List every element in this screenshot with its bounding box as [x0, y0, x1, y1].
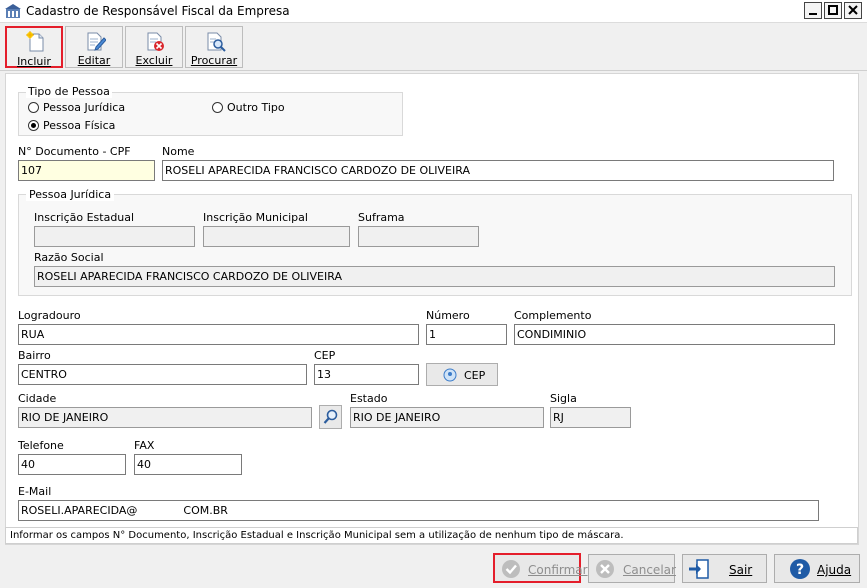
- logradouro-input[interactable]: RUA: [18, 324, 419, 345]
- search-icon: [323, 409, 338, 424]
- sair-label: Sair: [729, 563, 753, 577]
- bairro-label: Bairro: [18, 349, 51, 362]
- numero-input[interactable]: 1: [426, 324, 507, 345]
- estado-label: Estado: [350, 392, 388, 405]
- ajuda-button[interactable]: ? Ajuda: [774, 554, 860, 583]
- location-icon: [443, 368, 457, 382]
- incluir-button[interactable]: Incluir: [5, 26, 63, 68]
- telefone-input[interactable]: 40: [18, 454, 126, 475]
- fax-input[interactable]: 40: [134, 454, 242, 475]
- sair-button[interactable]: Sair: [682, 554, 767, 583]
- cancelar-label: Cancelar: [623, 563, 676, 577]
- maximize-button[interactable]: [824, 2, 842, 19]
- bairro-input[interactable]: CENTRO: [18, 364, 307, 385]
- procurar-label: Procurar: [190, 54, 238, 67]
- cep-button-label: CEP: [464, 369, 486, 382]
- search-document-icon: [207, 32, 226, 52]
- outro-tipo-radio[interactable]: [212, 102, 223, 113]
- inscricao-estadual-input[interactable]: [34, 226, 195, 247]
- sigla-input[interactable]: RJ: [550, 407, 631, 428]
- edit-document-icon: [87, 32, 106, 51]
- pessoa-juridica-radio[interactable]: [28, 102, 39, 113]
- procurar-button[interactable]: Procurar: [185, 26, 243, 68]
- excluir-button[interactable]: Excluir: [125, 26, 183, 68]
- confirmar-button[interactable]: Confirmar: [493, 553, 588, 583]
- suframa-label: Suframa: [358, 211, 405, 224]
- ajuda-label: Ajuda: [817, 563, 852, 577]
- exit-door-icon: [689, 559, 709, 579]
- app-building-icon: [5, 4, 21, 18]
- logradouro-label: Logradouro: [18, 309, 81, 322]
- email-value-prefix: ROSELI.APARECIDA@: [21, 504, 138, 517]
- tipo-pessoa-legend: Tipo de Pessoa: [26, 85, 112, 98]
- minimize-button[interactable]: [804, 2, 822, 19]
- cancel-icon: [596, 560, 614, 578]
- title-bar: Cadastro de Responsável Fiscal da Empres…: [0, 0, 867, 23]
- cep-input[interactable]: 13: [314, 364, 419, 385]
- check-icon: [502, 560, 520, 578]
- pessoa-juridica-label[interactable]: Pessoa Jurídica: [43, 101, 125, 114]
- documento-input[interactable]: 107: [18, 160, 155, 181]
- cidade-search-button[interactable]: [319, 405, 342, 429]
- pessoa-fisica-label[interactable]: Pessoa Física: [43, 119, 115, 132]
- cidade-input[interactable]: RIO DE JANEIRO: [18, 407, 312, 428]
- maximize-icon: [828, 5, 838, 15]
- razao-social-input[interactable]: ROSELI APARECIDA FRANCISCO CARDOZO DE OL…: [34, 266, 835, 287]
- cidade-label: Cidade: [18, 392, 57, 405]
- close-button[interactable]: [844, 2, 862, 19]
- confirmar-label: Confirmar: [528, 563, 588, 577]
- incluir-label: Incluir: [17, 55, 51, 68]
- telefone-label: Telefone: [18, 439, 64, 452]
- cep-lookup-button[interactable]: CEP: [426, 363, 498, 386]
- numero-label: Número: [426, 309, 470, 322]
- delete-document-icon: [147, 32, 164, 51]
- complemento-input[interactable]: CONDIMINIO: [514, 324, 835, 345]
- toolbar-divider: [0, 70, 867, 71]
- estado-input[interactable]: RIO DE JANEIRO: [350, 407, 544, 428]
- minimize-icon: [809, 13, 817, 15]
- excluir-label: Excluir: [135, 54, 173, 67]
- email-input[interactable]: ROSELI.APARECIDA@ COM.BR: [18, 500, 819, 521]
- razao-social-label: Razão Social: [34, 251, 104, 264]
- window-title: Cadastro de Responsável Fiscal da Empres…: [26, 4, 290, 18]
- editar-label: Editar: [77, 54, 111, 67]
- documento-label: N° Documento - CPF: [18, 145, 131, 158]
- suframa-input[interactable]: [358, 226, 479, 247]
- nome-label: Nome: [162, 145, 195, 158]
- pessoa-juridica-legend: Pessoa Jurídica: [26, 188, 115, 201]
- editar-button[interactable]: Editar: [65, 26, 123, 68]
- close-icon: [848, 5, 858, 15]
- svg-text:?: ?: [796, 562, 804, 578]
- inscricao-estadual-label: Inscrição Estadual: [34, 211, 135, 224]
- inscricao-municipal-label: Inscrição Municipal: [203, 211, 308, 224]
- help-icon: ?: [790, 559, 810, 579]
- new-document-icon: [26, 31, 44, 52]
- sigla-label: Sigla: [550, 392, 577, 405]
- cancelar-button[interactable]: Cancelar: [588, 554, 676, 583]
- email-label: E-Mail: [18, 485, 52, 498]
- cep-label: CEP: [314, 349, 336, 362]
- email-value-suffix: COM.BR: [183, 504, 228, 517]
- pessoa-fisica-radio[interactable]: [28, 120, 39, 131]
- outro-tipo-label[interactable]: Outro Tipo: [227, 101, 285, 114]
- inscricao-municipal-input[interactable]: [203, 226, 350, 247]
- nome-input[interactable]: ROSELI APARECIDA FRANCISCO CARDOZO DE OL…: [162, 160, 834, 181]
- complemento-label: Complemento: [514, 309, 592, 322]
- status-message: Informar os campos N° Documento, Inscriç…: [5, 527, 858, 544]
- fax-label: FAX: [134, 439, 155, 452]
